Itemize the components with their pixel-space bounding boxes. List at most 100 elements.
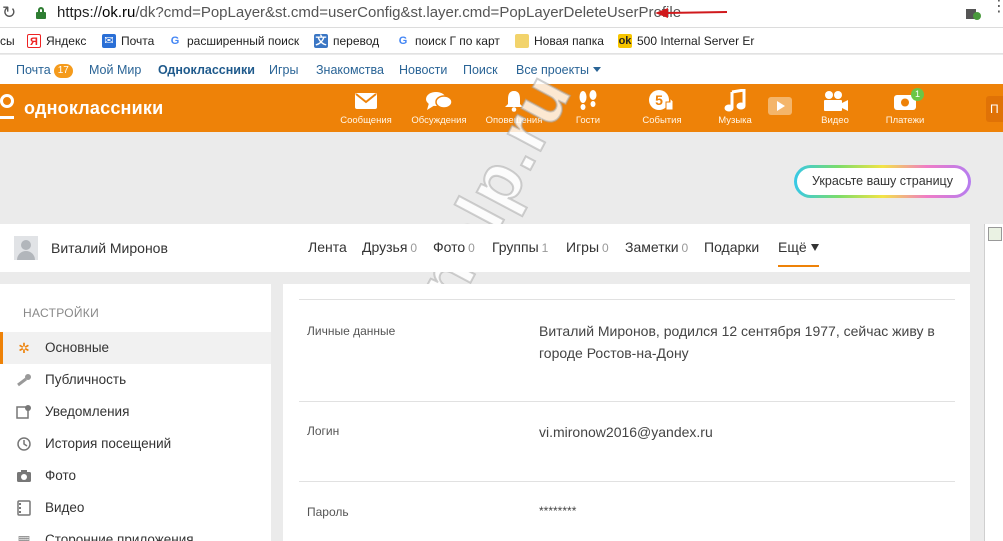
personal-data-label: Личные данные bbox=[307, 324, 396, 338]
portal-ok-link[interactable]: Одноклассники bbox=[158, 63, 255, 77]
toolbar-discussions[interactable]: Обсуждения bbox=[404, 90, 474, 126]
camera-icon bbox=[16, 468, 32, 484]
footprints-icon bbox=[553, 90, 623, 112]
lock-icon[interactable] bbox=[36, 7, 46, 19]
toolbar-notifications[interactable]: Оповещения bbox=[479, 90, 549, 126]
video-play-icon[interactable] bbox=[768, 97, 792, 115]
portal-item-label: Почта bbox=[16, 63, 51, 77]
sidebar-item-label: Видео bbox=[45, 500, 85, 515]
tab-label: Группы bbox=[492, 239, 539, 255]
tab-label: Заметки bbox=[625, 239, 679, 255]
toolbar-music[interactable]: Музыка bbox=[700, 89, 770, 126]
bookmark-label: 500 Internal Server Er bbox=[637, 34, 755, 48]
key-icon bbox=[16, 372, 32, 388]
chevron-down-icon bbox=[592, 67, 601, 72]
password-value[interactable]: ******** bbox=[539, 500, 959, 522]
tab-label: Друзья bbox=[362, 239, 408, 255]
folder-icon bbox=[515, 34, 529, 48]
url-field[interactable]: https://ok.ru/dk?cmd=PopLayer&st.cmd=use… bbox=[57, 4, 681, 21]
toolbar-label: События bbox=[642, 115, 682, 126]
bookmark-label: сы bbox=[0, 34, 15, 48]
portal-games-link[interactable]: Игры bbox=[269, 63, 298, 77]
toolbar-label: Гости bbox=[575, 115, 601, 126]
sidebar-item-basic[interactable]: ✲ Основные bbox=[0, 332, 271, 364]
settings-content: Личные данные Виталий Миронов, родился 1… bbox=[283, 284, 970, 541]
sidebar-item-photo[interactable]: Фото bbox=[0, 460, 271, 492]
bookmark-cut[interactable]: сы bbox=[0, 34, 15, 48]
tab-notes[interactable]: Заметки 0 bbox=[625, 239, 688, 255]
personal-data-value[interactable]: Виталий Миронов, родился 12 сентября 197… bbox=[539, 320, 959, 364]
yandex-icon: Я bbox=[27, 34, 41, 48]
portal-dating-link[interactable]: Знакомства bbox=[316, 63, 384, 77]
tab-games[interactable]: Игры 0 bbox=[566, 239, 609, 255]
toolbar-video[interactable]: Видео bbox=[800, 90, 870, 126]
ok-logo[interactable]: одноклассники bbox=[0, 94, 163, 122]
portal-search-link[interactable]: Поиск bbox=[463, 63, 498, 77]
toolbar-label: Сообщения bbox=[340, 115, 392, 126]
toolbar-guests[interactable]: Гости bbox=[553, 90, 623, 126]
decorate-page-button[interactable]: Украсьте вашу страницу bbox=[794, 165, 971, 198]
bookmark-label: перевод bbox=[333, 34, 380, 48]
avatar[interactable] bbox=[14, 236, 38, 260]
bookmark-translate[interactable]: 文 перевод bbox=[314, 34, 379, 48]
tab-gifts[interactable]: Подарки bbox=[704, 239, 759, 255]
bookmark-yandex[interactable]: Я Яндекс bbox=[27, 34, 86, 48]
tab-photos[interactable]: Фото 0 bbox=[433, 239, 475, 255]
reload-icon[interactable]: ↻ bbox=[2, 3, 16, 23]
portal-mail-link[interactable]: Почта 17 bbox=[16, 63, 73, 78]
broken-image bbox=[984, 224, 1003, 541]
bookmark-label: Почта bbox=[121, 34, 155, 48]
toolbar-label: Музыка bbox=[718, 115, 752, 126]
browser-menu-icon[interactable]: ⋮ bbox=[991, 0, 1003, 15]
tab-feed[interactable]: Лента bbox=[308, 239, 347, 255]
bookmarks-bar: сы Я Яндекс ✉ Почта Gрасширенный поиск 文 пе… bbox=[0, 28, 1003, 54]
tab-groups[interactable]: Группы 1 bbox=[492, 239, 548, 255]
sidebar-item-label: История посещений bbox=[45, 436, 172, 451]
portal-all-projects-dropdown[interactable]: Все проекты bbox=[516, 63, 601, 77]
tab-more[interactable]: Ещё bbox=[778, 239, 819, 267]
tab-count: 0 bbox=[410, 241, 418, 255]
sidebar-item-video[interactable]: Видео bbox=[0, 492, 271, 524]
extension-icon[interactable] bbox=[965, 5, 981, 21]
sidebar-item-notifications[interactable]: Уведомления bbox=[0, 396, 271, 428]
url-scheme: https:// bbox=[57, 4, 103, 21]
bell-icon bbox=[479, 90, 549, 112]
sidebar-item-visit-history[interactable]: История посещений bbox=[0, 428, 271, 460]
bookmark-500-error[interactable]: ok 500 Internal Server Er bbox=[618, 34, 754, 48]
bookmark-new-folder[interactable]: Новая папка bbox=[515, 34, 604, 48]
bookmark-advanced-search[interactable]: Gрасширенный поиск bbox=[168, 34, 299, 48]
sidebar-item-label: Уведомления bbox=[45, 404, 130, 419]
tab-count: 1 bbox=[541, 241, 549, 255]
tab-count: 0 bbox=[468, 241, 475, 255]
url-path: /dk?cmd=PopLayer&st.cmd=userConfig&st.la… bbox=[135, 4, 682, 21]
bookmark-label: расширенный поиск bbox=[187, 34, 300, 48]
toolbar-label: Оповещения bbox=[485, 115, 543, 126]
divider bbox=[299, 299, 955, 300]
toolbar-messages[interactable]: Сообщения bbox=[331, 90, 401, 126]
toolbar-events[interactable]: 5 События bbox=[627, 90, 697, 126]
ok-icon: ok bbox=[618, 34, 632, 48]
toolbar-label: Обсуждения bbox=[411, 115, 467, 126]
divider bbox=[299, 481, 955, 482]
bookmark-map-search[interactable]: Gпоиск Г по карт bbox=[396, 34, 500, 48]
bookmark-mail[interactable]: ✉ Почта bbox=[102, 34, 154, 48]
toolbar-payments[interactable]: 1 Платежи bbox=[870, 88, 940, 126]
video-icon bbox=[16, 500, 32, 516]
sidebar-item-third-party-apps[interactable]: ▦ Сторонние приложения bbox=[0, 524, 271, 541]
tab-count: 0 bbox=[602, 241, 609, 255]
mail-count-badge: 17 bbox=[53, 64, 73, 78]
five-like-icon: 5 bbox=[627, 90, 697, 112]
sidebar-title: НАСТРОЙКИ bbox=[23, 306, 100, 320]
toolbar-label: Платежи bbox=[885, 115, 925, 126]
header-right-button[interactable]: П bbox=[986, 96, 1003, 122]
svg-text:5: 5 bbox=[655, 92, 663, 108]
tab-count: 0 bbox=[681, 241, 689, 255]
portal-nav: Почта 17 Мой Мир Одноклассники Игры Знако… bbox=[0, 55, 1003, 84]
login-value[interactable]: vi.mironow2016@yandex.ru bbox=[539, 421, 959, 443]
portal-moy-mir-link[interactable]: Мой Мир bbox=[89, 63, 141, 77]
tab-friends[interactable]: Друзья 0 bbox=[362, 239, 417, 255]
portal-news-link[interactable]: Новости bbox=[399, 63, 447, 77]
profile-name[interactable]: Виталий Миронов bbox=[51, 240, 168, 256]
sidebar-item-publicity[interactable]: Публичность bbox=[0, 364, 271, 396]
chat-bubbles-icon bbox=[404, 90, 474, 112]
